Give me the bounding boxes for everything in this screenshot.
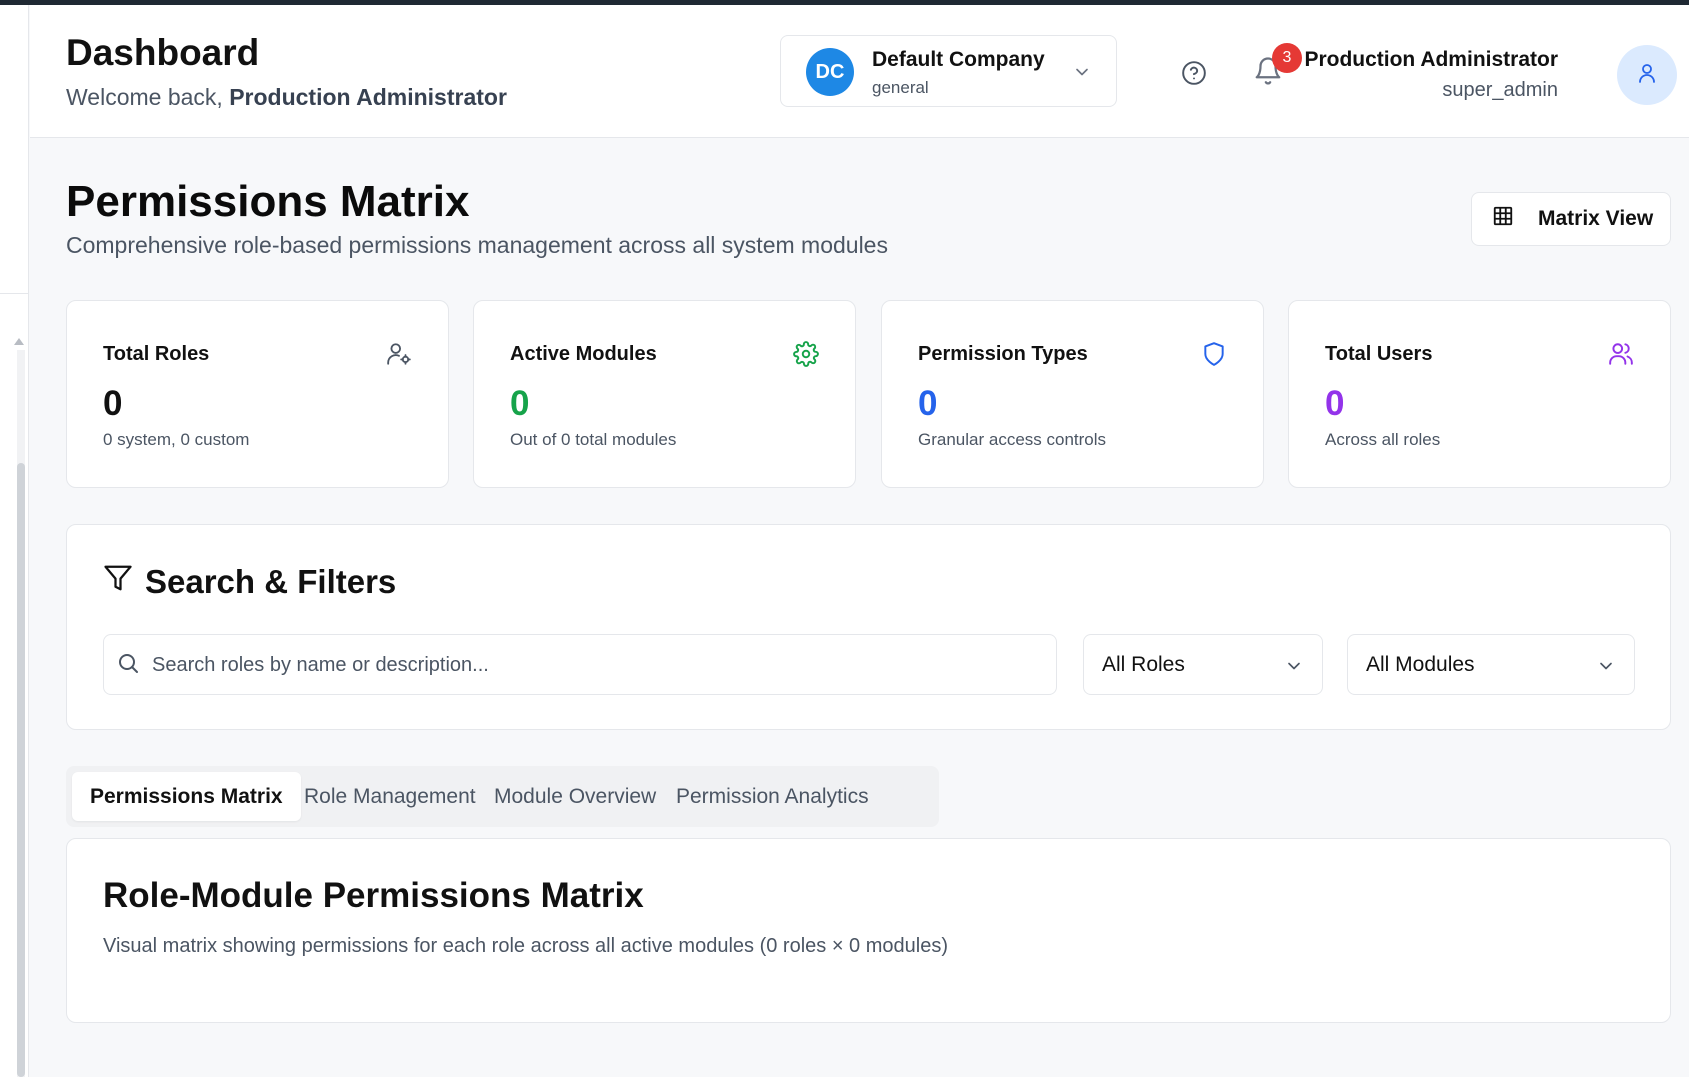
stat-value: 0 xyxy=(918,384,938,423)
users-icon xyxy=(1608,341,1634,372)
tab-bar: Permissions Matrix Role Management Modul… xyxy=(66,766,939,827)
stat-note: Granular access controls xyxy=(918,430,1107,449)
header-title: Dashboard xyxy=(66,32,260,73)
company-selector[interactable]: DC Default Company general xyxy=(780,35,1117,107)
company-avatar: DC xyxy=(806,48,854,96)
stat-note: Across all roles xyxy=(1325,430,1441,449)
stat-note: Out of 0 total modules xyxy=(510,430,677,449)
user-icon xyxy=(1635,61,1659,90)
roles-select[interactable]: All Roles xyxy=(1083,634,1323,695)
user-avatar[interactable] xyxy=(1617,45,1677,105)
welcome-name: Production Administrator xyxy=(229,84,507,110)
search-field[interactable] xyxy=(103,634,1057,695)
stat-value: 0 xyxy=(510,384,530,423)
welcome-text: Welcome back, Production Administrator xyxy=(66,84,507,111)
filter-icon xyxy=(103,563,133,601)
sidebar-divider xyxy=(0,293,29,294)
stat-label: Total Roles xyxy=(103,343,210,365)
chevron-down-icon xyxy=(1072,62,1092,87)
scrollbar-thumb[interactable] xyxy=(17,463,25,1077)
matrix-subtitle: Visual matrix showing permissions for ea… xyxy=(103,935,948,957)
user-name: Production Administrator xyxy=(1304,48,1558,71)
matrix-view-button[interactable]: Matrix View xyxy=(1471,192,1671,246)
grid-icon xyxy=(1492,205,1514,233)
page-title: Permissions Matrix xyxy=(66,177,470,226)
filters-title: Search & Filters xyxy=(103,563,396,601)
scroll-up-arrow-icon[interactable] xyxy=(14,338,24,345)
modules-select[interactable]: All Modules xyxy=(1347,634,1635,695)
chevron-down-icon xyxy=(1596,656,1616,682)
stat-value: 0 xyxy=(103,384,123,423)
stat-label: Active Modules xyxy=(510,343,657,365)
search-input[interactable] xyxy=(152,645,1042,685)
search-filters-card: Search & Filters All Roles All Modules xyxy=(66,524,1671,730)
tab-permission-analytics[interactable]: Permission Analytics xyxy=(658,772,887,821)
user-role: super_admin xyxy=(1442,79,1558,101)
stat-label: Permission Types xyxy=(918,343,1088,365)
app-header: Dashboard Welcome back, Production Admin… xyxy=(30,5,1689,138)
welcome-prefix: Welcome back, xyxy=(66,84,223,110)
tab-role-management[interactable]: Role Management xyxy=(286,772,494,821)
chevron-down-icon xyxy=(1284,656,1304,682)
matrix-view-label: Matrix View xyxy=(1538,207,1654,230)
stat-card-active-modules: Active Modules 0 Out of 0 total modules xyxy=(473,300,856,488)
stat-note: 0 system, 0 custom xyxy=(103,430,250,449)
user-cog-icon xyxy=(386,341,412,372)
roles-select-value: All Roles xyxy=(1102,653,1185,676)
stat-value: 0 xyxy=(1325,384,1345,423)
help-icon[interactable] xyxy=(1181,60,1207,91)
notification-badge: 3 xyxy=(1272,43,1302,73)
page-subtitle: Comprehensive role-based permissions man… xyxy=(66,232,888,258)
stat-card-total-users: Total Users 0 Across all roles xyxy=(1288,300,1671,488)
company-name: Default Company xyxy=(872,48,1045,71)
tab-permissions-matrix[interactable]: Permissions Matrix xyxy=(72,772,301,821)
matrix-title: Role-Module Permissions Matrix xyxy=(103,876,644,915)
company-type: general xyxy=(872,78,929,97)
stat-card-permission-types: Permission Types 0 Granular access contr… xyxy=(881,300,1264,488)
search-icon xyxy=(116,651,140,680)
filters-title-text: Search & Filters xyxy=(145,563,397,600)
stat-card-total-roles: Total Roles 0 0 system, 0 custom xyxy=(66,300,449,488)
modules-select-value: All Modules xyxy=(1366,653,1475,676)
shield-icon xyxy=(1201,341,1227,372)
sidebar xyxy=(0,5,29,1077)
tab-module-overview[interactable]: Module Overview xyxy=(476,772,674,821)
gear-icon xyxy=(793,341,819,372)
permissions-matrix-card: Role-Module Permissions Matrix Visual ma… xyxy=(66,838,1671,1023)
stat-label: Total Users xyxy=(1325,343,1433,365)
